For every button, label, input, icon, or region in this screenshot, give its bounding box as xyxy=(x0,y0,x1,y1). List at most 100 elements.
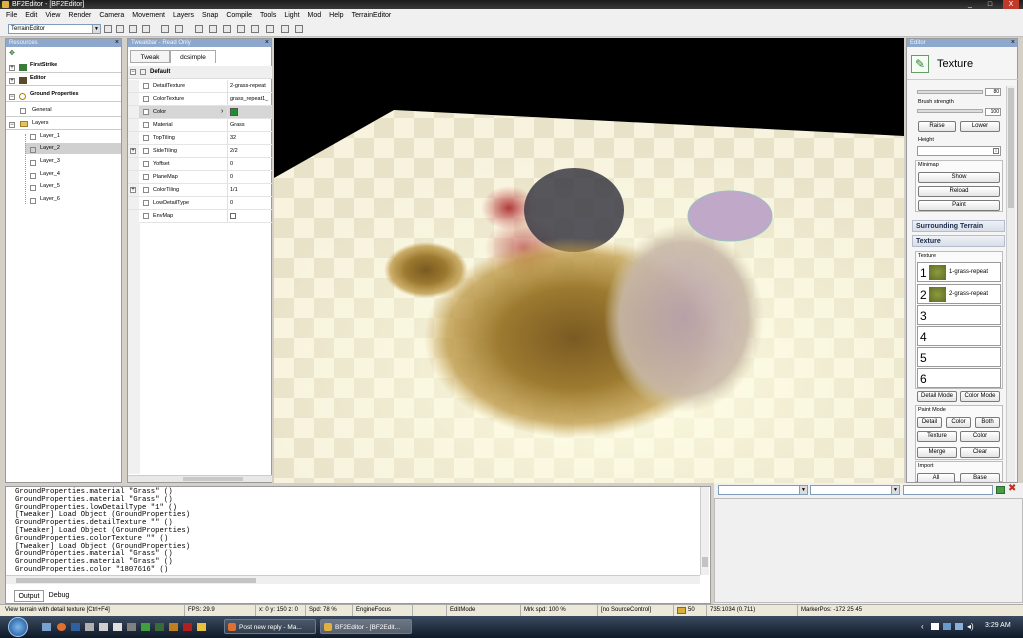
terrain-tool-1-icon[interactable] xyxy=(195,25,203,33)
vertical-scrollbar[interactable] xyxy=(700,487,709,575)
terrain-viewport[interactable] xyxy=(274,38,904,483)
lighting-tool-icon[interactable] xyxy=(295,25,303,33)
menu-file[interactable]: File xyxy=(6,12,17,19)
collapse-icon[interactable]: − xyxy=(130,69,136,75)
property-value[interactable]: 0 xyxy=(230,158,272,170)
paint-brush-icon[interactable] xyxy=(266,25,274,33)
property-row[interactable]: Material Grass xyxy=(128,119,272,132)
property-value[interactable]: grass_repeat1_ xyxy=(230,93,272,105)
clear-button[interactable]: Clear xyxy=(960,447,1000,458)
tab-dcsimple[interactable]: dcsimple xyxy=(170,50,216,63)
property-row[interactable]: PlaneMap 0 xyxy=(128,171,272,184)
paint-mode-detail-button[interactable]: Detail xyxy=(917,417,942,428)
collapse-icon[interactable]: − xyxy=(9,94,15,100)
tree-item-firststrike[interactable]: FirstStrike xyxy=(30,60,57,71)
menu-compile[interactable]: Compile xyxy=(226,12,252,19)
close-icon[interactable]: × xyxy=(265,39,269,47)
menu-view[interactable]: View xyxy=(45,12,60,19)
menu-camera[interactable]: Camera xyxy=(99,12,124,19)
remove-icon[interactable]: ✖ xyxy=(1008,484,1016,494)
minimize-button[interactable]: _ xyxy=(962,0,978,9)
raise-button[interactable]: Raise xyxy=(918,121,956,132)
menu-layers[interactable]: Layers xyxy=(173,12,194,19)
new-file-icon[interactable] xyxy=(104,25,112,33)
pin-icon[interactable]: ✥ xyxy=(9,49,15,57)
paint-texture-button[interactable]: Texture xyxy=(917,431,957,442)
property-row[interactable]: LowDetailType 0 xyxy=(128,197,272,210)
terrain-tool-4-icon[interactable] xyxy=(237,25,245,33)
minimap-paint-button[interactable]: Paint xyxy=(918,200,1000,211)
property-row[interactable]: Yoffset 0 xyxy=(128,158,272,171)
menu-snap[interactable]: Snap xyxy=(202,12,218,19)
brush-strength-value[interactable]: 100 xyxy=(985,108,1001,116)
tree-item-layer-6[interactable]: Layer_6 xyxy=(40,194,60,205)
menu-mod[interactable]: Mod xyxy=(308,12,322,19)
height-input[interactable]: ↕ xyxy=(917,146,1001,156)
envmap-checkbox[interactable] xyxy=(230,213,236,219)
quicklaunch-icon[interactable] xyxy=(169,623,178,631)
quicklaunch-icon[interactable] xyxy=(99,623,108,631)
horizontal-scrollbar[interactable] xyxy=(6,575,700,584)
quicklaunch-icon[interactable] xyxy=(155,623,164,631)
quicklaunch-icon[interactable] xyxy=(141,623,150,631)
property-row[interactable]: + ColorTiling 1/1 xyxy=(128,184,272,197)
paint-color-button[interactable]: Color xyxy=(960,431,1000,442)
tree-item-layer-5[interactable]: Layer_5 xyxy=(40,181,60,192)
collapse-icon[interactable]: − xyxy=(9,122,15,128)
scroll-thumb[interactable] xyxy=(183,477,243,481)
property-row[interactable]: + SideTiling 2/2 xyxy=(128,145,272,158)
save-all-icon[interactable] xyxy=(142,25,150,33)
quicklaunch-icon[interactable] xyxy=(42,623,51,631)
brush-strength-slider[interactable] xyxy=(917,109,983,113)
property-value[interactable]: 1/1 xyxy=(230,184,272,196)
maximize-button[interactable]: □ xyxy=(982,0,998,9)
terrain-tool-3-icon[interactable] xyxy=(223,25,231,33)
texture-tool-icon[interactable] xyxy=(281,25,289,33)
close-button[interactable]: X xyxy=(1003,0,1019,9)
lower-button[interactable]: Lower xyxy=(960,121,1000,132)
tree-item-layers[interactable]: Layers xyxy=(32,118,49,129)
minimap-reload-button[interactable]: Reload xyxy=(918,186,1000,197)
merge-button[interactable]: Merge xyxy=(917,447,957,458)
texture-slot-2[interactable]: 2 2-grass-repeat xyxy=(917,284,1001,304)
minimap-show-button[interactable]: Show xyxy=(918,172,1000,183)
property-value[interactable]: 2-grass-repeat xyxy=(230,80,272,92)
import-base-button[interactable]: Base xyxy=(960,473,1000,482)
tab-debug[interactable]: Debug xyxy=(45,590,73,602)
tray-icon[interactable] xyxy=(931,623,939,630)
texture-slot-6[interactable]: 6 xyxy=(917,368,1001,388)
chevron-right-icon[interactable]: › xyxy=(221,106,223,118)
scroll-thumb[interactable] xyxy=(702,557,708,567)
surrounding-terrain-header[interactable]: Surrounding Terrain xyxy=(912,220,1005,232)
menu-movement[interactable]: Movement xyxy=(132,12,165,19)
property-row[interactable]: TopTiling 32 xyxy=(128,132,272,145)
quicklaunch-icon[interactable] xyxy=(183,623,192,631)
firefox-icon[interactable] xyxy=(57,623,66,631)
menu-edit[interactable]: Edit xyxy=(25,12,37,19)
chevron-down-icon[interactable]: ▼ xyxy=(799,486,807,494)
menu-light[interactable]: Light xyxy=(284,12,299,19)
clock[interactable]: 3:29 AM xyxy=(985,622,1011,629)
filter-select-1[interactable]: ▼ xyxy=(718,485,808,495)
close-icon[interactable]: × xyxy=(115,39,119,47)
volume-icon[interactable]: ◂) xyxy=(967,622,974,631)
scroll-thumb[interactable] xyxy=(1008,88,1014,208)
brush-size-slider[interactable] xyxy=(917,90,983,94)
menu-terraineditor[interactable]: TerrainEditor xyxy=(352,12,392,19)
property-row-selected[interactable]: Color › xyxy=(128,106,272,119)
save-icon[interactable] xyxy=(129,25,137,33)
property-value[interactable]: 0 xyxy=(230,197,272,209)
taskbar-item-browser[interactable]: Post new reply - Ma... xyxy=(224,619,316,634)
paint-mode-both-button[interactable]: Both xyxy=(975,417,1000,428)
chevron-down-icon[interactable]: ▼ xyxy=(92,25,100,33)
tree-item-editor[interactable]: Editor xyxy=(30,73,46,84)
property-value[interactable]: 2/2 xyxy=(230,145,272,157)
command-input[interactable] xyxy=(903,485,993,495)
tree-item-layer-4[interactable]: Layer_4 xyxy=(40,169,60,180)
property-row[interactable]: EnvMap xyxy=(128,210,272,223)
add-icon[interactable] xyxy=(996,486,1005,494)
terrain-tool-2-icon[interactable] xyxy=(209,25,217,33)
tree-item-layer-1[interactable]: Layer_1 xyxy=(40,131,60,142)
quicklaunch-icon[interactable] xyxy=(127,623,136,631)
tab-output[interactable]: Output xyxy=(14,590,44,602)
